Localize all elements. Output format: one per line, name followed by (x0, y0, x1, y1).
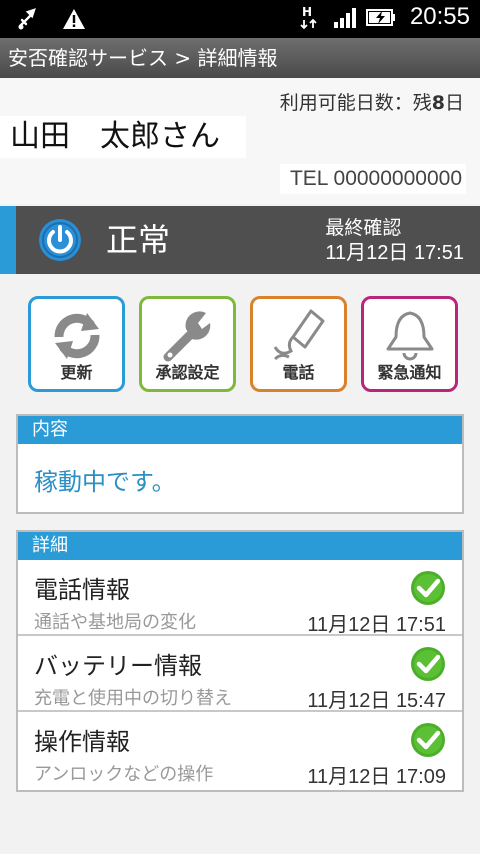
emergency-notify-label: 緊急通知 (377, 363, 442, 382)
warning-icon (63, 9, 85, 29)
call-button-label: 電話 (282, 363, 315, 382)
power-icon (39, 219, 81, 261)
check-icon (411, 571, 445, 605)
user-name: 山田 太郎さん (0, 116, 246, 158)
signal-strength-icon (333, 8, 356, 28)
content-message: 稼動中です。 (34, 468, 176, 496)
details-panel-header: 詳細 (18, 532, 462, 560)
detail-time: 11月12日 15:47 (307, 690, 446, 712)
approval-settings-label: 承認設定 (155, 363, 220, 382)
last-check-label: 最終確認 (325, 217, 402, 239)
detail-title: バッテリー情報 (34, 652, 202, 680)
phone-number[interactable]: TEL 00000000000 (279, 164, 466, 194)
detail-row-operation[interactable]: 操作情報 アンロックなどの操作 11月12日 17:09 (18, 712, 462, 788)
detail-subtitle: アンロックなどの操作 (34, 764, 214, 785)
detail-row-phone[interactable]: 電話情報 通話や基地局の変化 11月12日 17:51 (18, 560, 462, 636)
check-icon (411, 723, 445, 757)
bell-icon (386, 311, 434, 361)
update-button-label: 更新 (60, 363, 93, 382)
last-check-time: 11月12日 17:51 (325, 242, 464, 264)
last-check: 最終確認 11月12日 17:51 (325, 216, 464, 266)
content-panel-header: 内容 (18, 416, 462, 444)
title-bar: 安否確認サービス > 詳細情報 (0, 38, 480, 78)
status-bar: H 20:55 (0, 0, 480, 38)
refresh-icon (54, 313, 100, 359)
detail-row-battery[interactable]: バッテリー情報 充電と使用中の切り替え 11月12日 15:47 (18, 636, 462, 712)
wrench-icon (163, 311, 211, 362)
action-buttons: 更新 承認設定 電話 緊急通知 (28, 296, 458, 392)
detail-subtitle: 通話や基地局の変化 (34, 612, 196, 633)
content-panel: 内容 稼動中です。 (16, 414, 464, 514)
details-panel: 詳細 電話情報 通話や基地局の変化 11月12日 17:51 バッテリー情報 充… (16, 530, 464, 792)
phone-icon (273, 309, 325, 361)
status-state: 正常 (106, 221, 171, 259)
battery-charging-icon (365, 9, 395, 26)
svg-text:H: H (302, 5, 312, 19)
detail-time: 11月12日 17:09 (307, 766, 446, 788)
approval-settings-button[interactable]: 承認設定 (139, 296, 236, 392)
detail-title: 電話情報 (34, 576, 130, 604)
user-header: 利用可能日数：残8日 山田 太郎さん TEL 00000000000 (0, 78, 480, 204)
detail-subtitle: 充電と使用中の切り替え (34, 688, 232, 709)
check-icon (411, 647, 445, 681)
call-button[interactable]: 電話 (250, 296, 347, 392)
detail-title: 操作情報 (34, 728, 130, 756)
detail-time: 11月12日 17:51 (307, 614, 446, 636)
emergency-notify-button[interactable]: 緊急通知 (361, 296, 458, 392)
update-button[interactable]: 更新 (28, 296, 125, 392)
status-accent-bar (0, 206, 16, 274)
clock: 20:55 (409, 3, 470, 30)
hspa-network-icon: H (300, 5, 317, 30)
usb-debug-icon (18, 8, 36, 30)
status-band: 正常 最終確認 11月12日 17:51 (0, 206, 480, 274)
remaining-days: 利用可能日数：残8日 (279, 92, 464, 114)
